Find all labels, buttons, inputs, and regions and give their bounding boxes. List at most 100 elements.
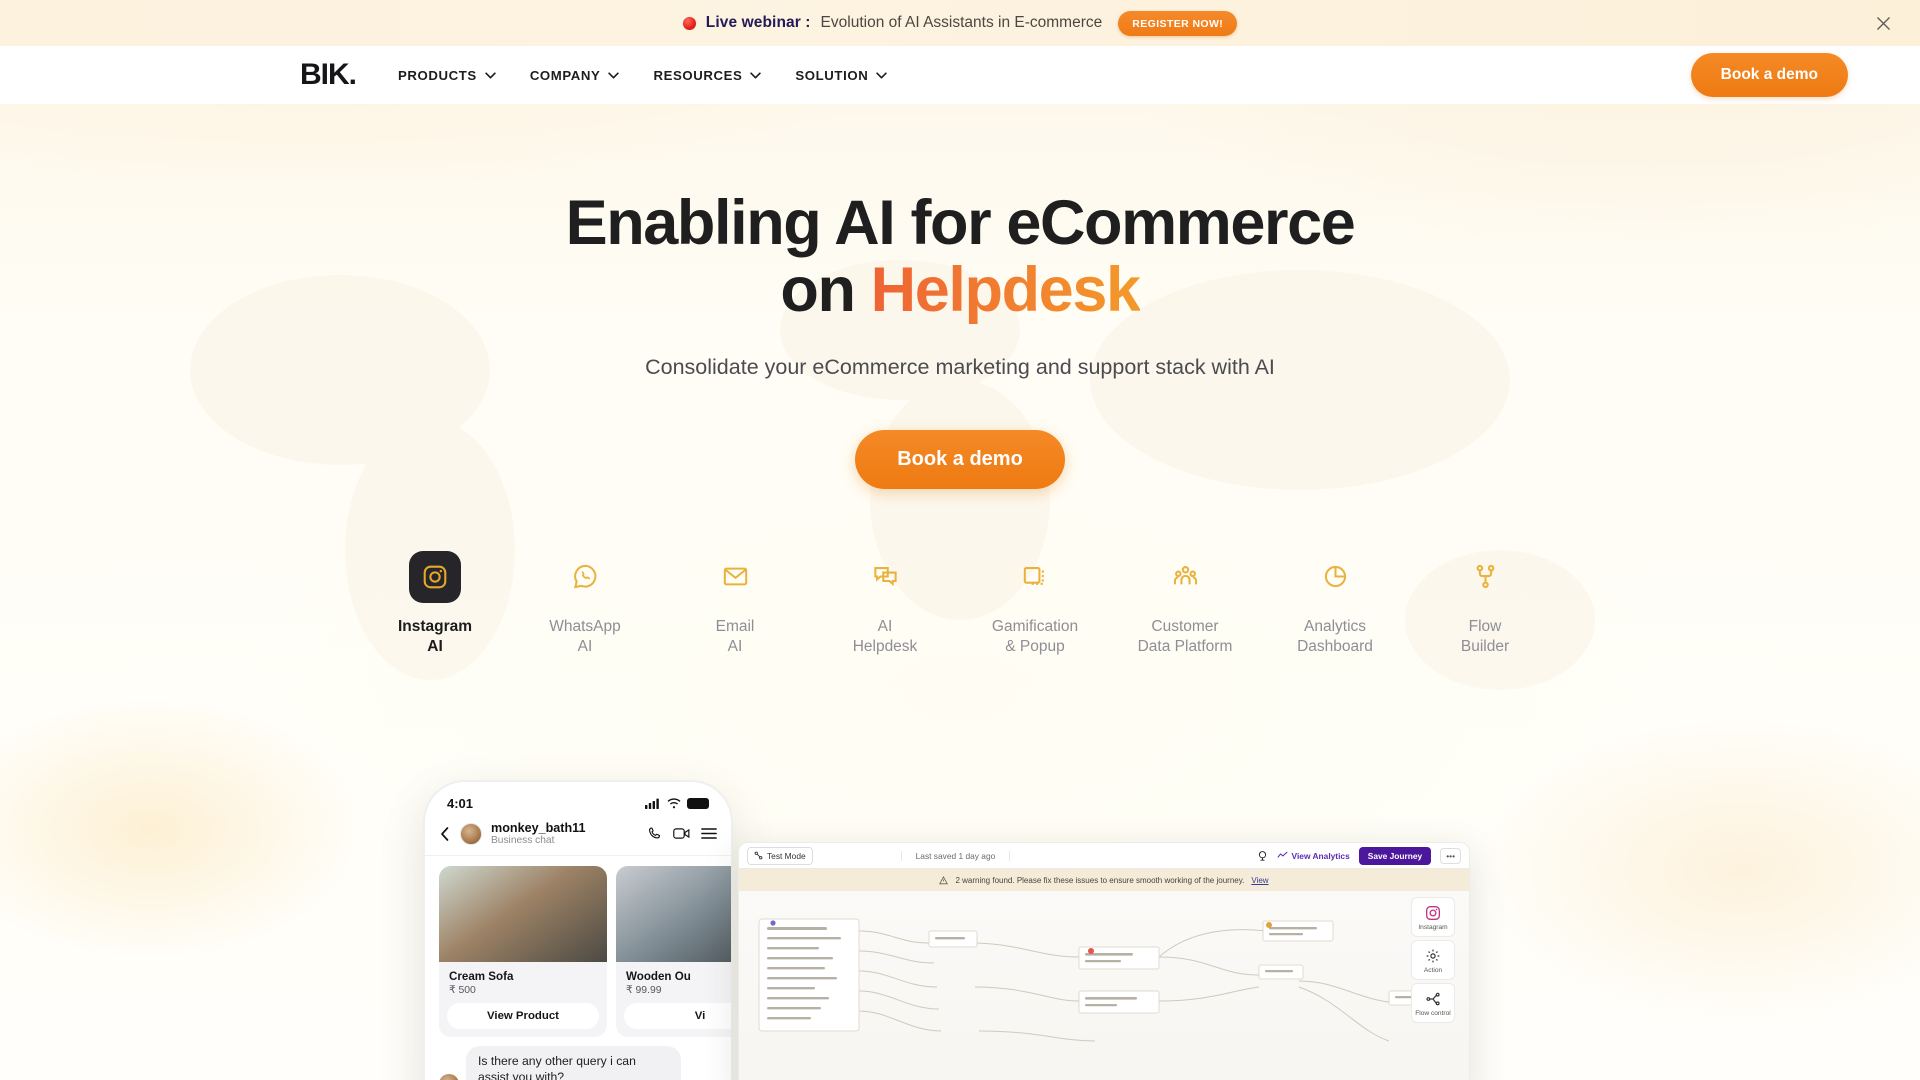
journey-last-saved: Last saved 1 day ago [900, 850, 1011, 861]
hero-book-demo-button[interactable]: Book a demo [855, 429, 1065, 489]
journey-rail-item-instagram[interactable]: Instagram [1411, 897, 1455, 937]
hero-title-accent: Helpdesk [870, 255, 1141, 326]
avatar [460, 822, 482, 845]
nav-item-label: COMPANY [529, 67, 601, 83]
product-card[interactable]: Wooden Ou ₹ 99.99 Vi [616, 866, 731, 1038]
test-mode-label: Test Mode [767, 850, 806, 861]
feature-label-line2: Data Platform [1137, 637, 1233, 655]
chat-message-row: Is there any other query i can assist yo… [425, 1037, 731, 1080]
nav-item-solution[interactable]: SOLUTION [795, 68, 888, 83]
pin-icon[interactable] [1257, 850, 1268, 861]
feature-label-line2: AI [727, 637, 743, 655]
instagram-icon [409, 550, 461, 603]
product-carousel: Cream Sofa ₹ 500 View Product Wooden Ou … [425, 866, 731, 1038]
feature-tab-email-ai[interactable]: Email AI [672, 551, 798, 657]
save-journey-button[interactable]: Save Journey [1358, 846, 1432, 865]
chat-bubbles-icon [859, 551, 911, 603]
feature-tab-whatsapp-ai[interactable]: WhatsApp AI [522, 551, 648, 657]
nav-item-label: PRODUCTS [398, 67, 477, 83]
cellular-signal-icon [645, 798, 659, 809]
journey-tool-rail: Instagram Action Flow control [1411, 897, 1455, 1026]
register-now-button[interactable]: REGISTER NOW! [1118, 10, 1238, 36]
view-analytics-button[interactable]: View Analytics [1276, 850, 1350, 861]
journey-warning-view-link[interactable]: View [1251, 876, 1268, 885]
journey-rail-label: Flow control [1415, 1010, 1451, 1017]
feature-tabs: Instagram AI WhatsApp AI Email AI AI Hel… [0, 550, 1920, 657]
instagram-icon [1426, 906, 1440, 920]
test-mode-icon [754, 851, 763, 860]
journey-builder-mockup: Test Mode Last saved 1 day ago View Anal… [738, 842, 1470, 1080]
phone-header-actions [647, 826, 717, 841]
nav-item-products[interactable]: PRODUCTS [398, 68, 496, 83]
journey-toolbar: Test Mode Last saved 1 day ago View Anal… [739, 843, 1469, 869]
journey-canvas[interactable]: Instagram Action Flow control [739, 891, 1469, 1080]
nav-item-company[interactable]: COMPANY [530, 68, 620, 83]
feature-label-line1: Instagram [397, 617, 473, 635]
landing-page: Live webinar : Evolution of AI Assistant… [0, 0, 1920, 1080]
chevron-down-icon [750, 71, 762, 79]
announcement-bar: Live webinar : Evolution of AI Assistant… [0, 0, 1920, 46]
hamburger-menu-icon[interactable] [701, 827, 717, 840]
feature-label-line2: & Popup [1005, 637, 1065, 655]
chat-message-bubble: Is there any other query i can assist yo… [466, 1046, 681, 1080]
feature-tab-analytics-dashboard[interactable]: Analytics Dashboard [1272, 551, 1398, 657]
product-price: ₹ 500 [449, 985, 476, 997]
video-camera-icon[interactable] [673, 827, 690, 840]
journey-flow-graph [758, 918, 1444, 1042]
wifi-icon [667, 798, 681, 809]
feature-label: WhatsApp AI [522, 617, 648, 657]
nav-item-resources[interactable]: RESOURCES [653, 67, 762, 83]
phone-mockup: 4:01 monkey_bath11 Business chat Cream S… [423, 780, 733, 1080]
feature-label-line1: Analytics [1303, 617, 1367, 635]
feature-label-line2: Dashboard [1297, 637, 1373, 655]
feature-label-line2: Builder [1460, 637, 1510, 655]
battery-icon [687, 798, 709, 809]
bik-logo[interactable]: BIK. [300, 60, 357, 90]
product-image [616, 866, 731, 963]
nav-item-label: RESOURCES [653, 67, 743, 83]
feature-label: Analytics Dashboard [1272, 617, 1398, 657]
journey-toolbar-actions: View Analytics Save Journey ••• [1257, 846, 1461, 865]
journey-rail-label: Instagram [1418, 924, 1448, 931]
view-product-button[interactable]: View Product [447, 1003, 599, 1030]
gear-icon [1426, 949, 1440, 963]
hero-title-line2-prefix: on [780, 255, 871, 326]
journey-rail-item-flow-control[interactable]: Flow control [1411, 983, 1455, 1023]
feature-label-line1: Gamification [991, 617, 1079, 635]
feature-tab-instagram-ai[interactable]: Instagram AI [372, 550, 498, 657]
chevron-down-icon [485, 71, 496, 79]
test-mode-button[interactable]: Test Mode [747, 846, 813, 865]
chevron-down-icon [876, 71, 888, 79]
feature-tab-flow-builder[interactable]: Flow Builder [1422, 551, 1548, 657]
phone-chat-header: monkey_bath11 Business chat [425, 815, 731, 857]
chevron-left-icon[interactable] [439, 826, 451, 842]
feature-label-line1: WhatsApp [549, 617, 621, 635]
popup-window-icon [1009, 551, 1061, 603]
phone-account-name: monkey_bath11 [491, 821, 586, 835]
page-title: Enabling AI for eCommerce on Helpdesk [0, 189, 1920, 326]
ellipsis-icon[interactable]: ••• [1440, 847, 1461, 864]
feature-tab-customer-data-platform[interactable]: Customer Data Platform [1122, 551, 1248, 657]
phone-account-subtitle: Business chat [491, 835, 555, 847]
product-card[interactable]: Cream Sofa ₹ 500 View Product [439, 866, 607, 1038]
feature-label: Flow Builder [1422, 617, 1548, 657]
journey-rail-item-action[interactable]: Action [1411, 940, 1455, 980]
feature-tab-ai-helpdesk[interactable]: AI Helpdesk [822, 551, 948, 657]
main-navigation: BIK. PRODUCTS COMPANY RESOURCES SOLUTION… [0, 46, 1920, 104]
product-showcase: 4:01 monkey_bath11 Business chat Cream S… [0, 760, 1920, 1080]
feature-label-line1: Flow [1468, 617, 1502, 635]
warning-triangle-icon [939, 875, 949, 884]
view-analytics-label: View Analytics [1291, 850, 1350, 861]
nav-book-demo-button[interactable]: Book a demo [1690, 53, 1848, 97]
feature-tab-gamification-popup[interactable]: Gamification & Popup [972, 551, 1098, 657]
feature-label: Customer Data Platform [1122, 617, 1248, 657]
close-icon[interactable] [1872, 12, 1894, 34]
phone-notch [519, 782, 637, 806]
feature-label: Instagram AI [372, 617, 498, 657]
feature-label-line1: Email [715, 617, 755, 635]
feature-label: Gamification & Popup [972, 617, 1098, 657]
view-product-button[interactable]: Vi [624, 1003, 731, 1030]
phone-icon[interactable] [647, 826, 662, 841]
feature-label: AI Helpdesk [822, 617, 948, 657]
product-image [439, 866, 607, 963]
